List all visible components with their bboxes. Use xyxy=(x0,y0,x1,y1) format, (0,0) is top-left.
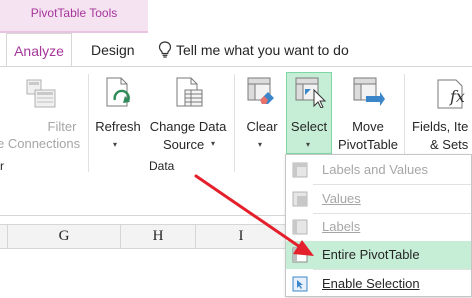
annotation-arrow xyxy=(194,174,314,256)
